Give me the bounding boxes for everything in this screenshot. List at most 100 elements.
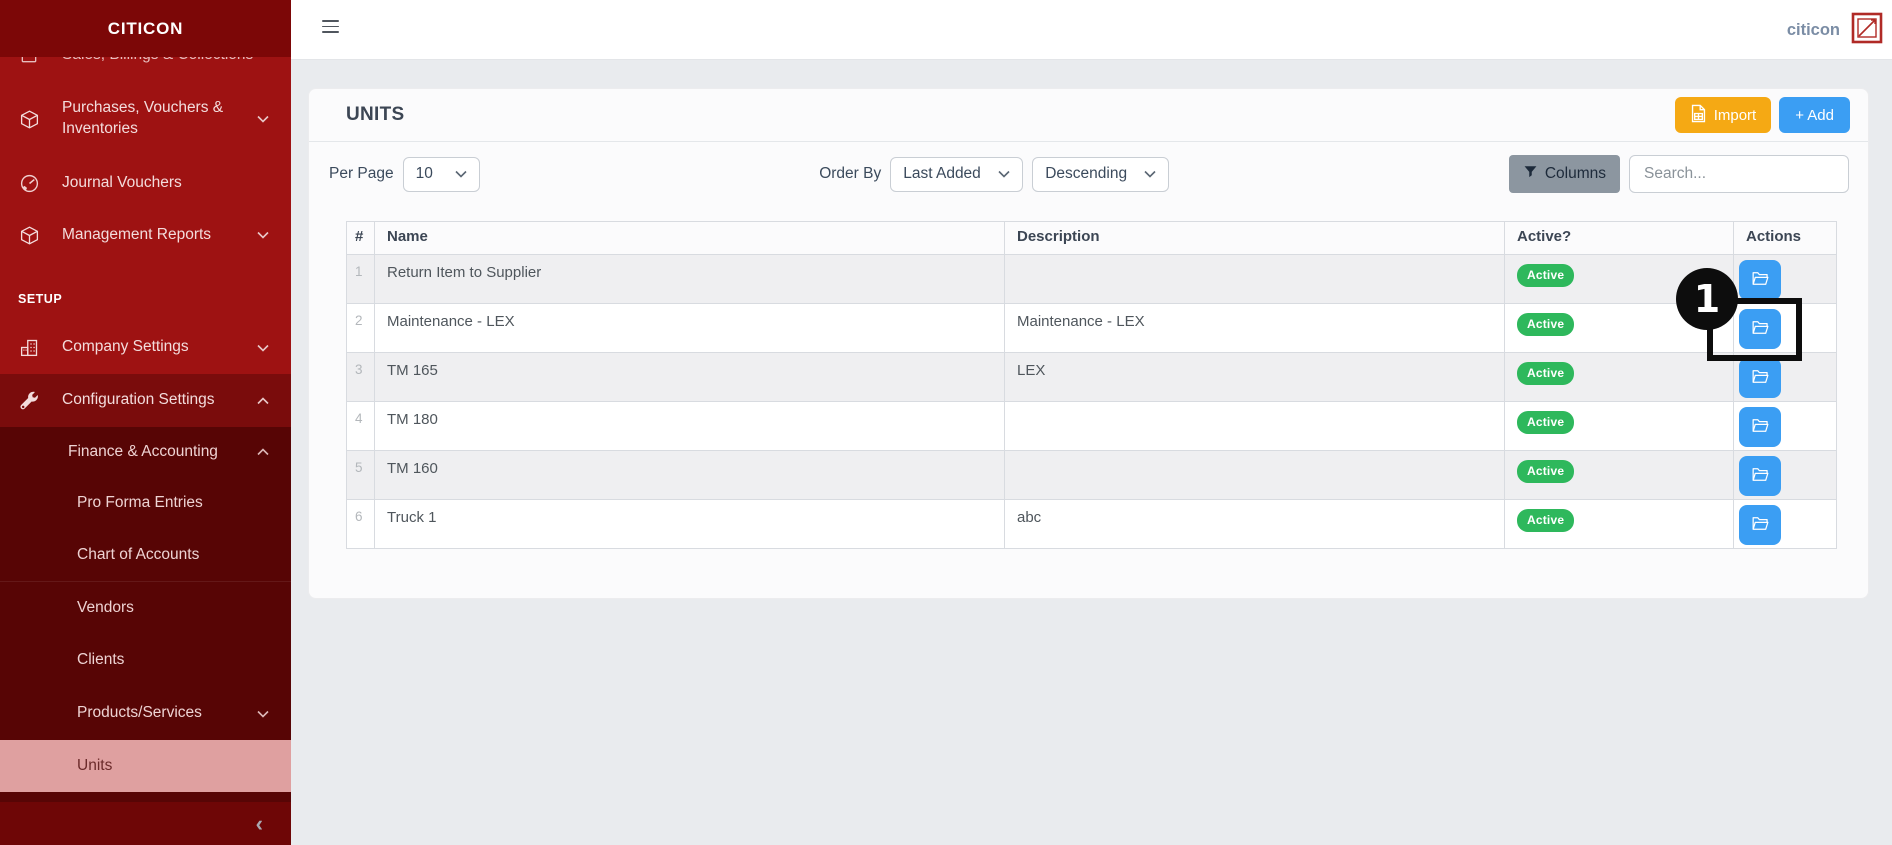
chevron-down-icon bbox=[455, 165, 467, 183]
wrench-icon bbox=[18, 390, 40, 412]
cell-name: Return Item to Supplier bbox=[375, 255, 1005, 304]
columns-button[interactable]: Columns bbox=[1509, 155, 1620, 193]
sidebar-toggle-button[interactable] bbox=[322, 20, 339, 33]
sidebar-item-journal-vouchers[interactable]: Journal Vouchers bbox=[0, 156, 291, 210]
sidebar-item-label: Company Settings bbox=[62, 337, 257, 358]
cell-description bbox=[1005, 402, 1505, 451]
sort-direction-select[interactable]: Descending bbox=[1032, 157, 1169, 192]
sidebar-item-company-settings[interactable]: Company Settings bbox=[0, 321, 291, 374]
cell-active: Active bbox=[1505, 353, 1734, 402]
folder-open-icon bbox=[1751, 368, 1770, 388]
sidebar-item-chart-of-accounts[interactable]: Chart of Accounts bbox=[0, 529, 291, 581]
columns-button-label: Columns bbox=[1545, 165, 1606, 183]
filter-funnel-icon bbox=[1523, 164, 1538, 184]
folder-open-icon bbox=[1751, 417, 1770, 437]
open-record-button[interactable] bbox=[1739, 260, 1781, 300]
sidebar-item-clients[interactable]: Clients bbox=[0, 634, 291, 687]
add-button-label: + Add bbox=[1795, 107, 1834, 124]
import-button[interactable]: Import bbox=[1675, 97, 1772, 133]
sidebar-item-finance-accounting[interactable]: Finance & Accounting bbox=[0, 427, 291, 477]
chevron-up-icon bbox=[257, 397, 269, 405]
sidebar-item-label: Purchases, Vouchers & Inventories bbox=[62, 98, 257, 140]
cell-name: TM 180 bbox=[375, 402, 1005, 451]
sidebar-submenu-configuration: Finance & Accounting Pro Forma Entries C… bbox=[0, 427, 291, 802]
sidebar-item-vendors[interactable]: Vendors bbox=[0, 581, 291, 634]
table-header-row: # Name Description Active? Actions bbox=[347, 222, 1837, 255]
sidebar-item-label: Products/Services bbox=[0, 703, 257, 724]
sidebar-item-label: Journal Vouchers bbox=[62, 173, 291, 194]
chevron-up-icon bbox=[257, 448, 269, 456]
company-name: citicon bbox=[1787, 21, 1840, 40]
units-table: # Name Description Active? Actions 1 Ret… bbox=[346, 221, 1837, 549]
cell-description: abc bbox=[1005, 500, 1505, 549]
status-badge: Active bbox=[1517, 313, 1574, 336]
cell-name: Truck 1 bbox=[375, 500, 1005, 549]
main-area: citicon UNITS Import bbox=[291, 0, 1892, 845]
sidebar-item-label: Clients bbox=[0, 650, 291, 671]
search-input[interactable] bbox=[1629, 155, 1849, 193]
open-record-button[interactable] bbox=[1739, 358, 1781, 398]
sort-direction-value: Descending bbox=[1045, 165, 1127, 183]
table-row: 3 TM 165 LEX Active bbox=[347, 353, 1837, 402]
table-row: 4 TM 180 Active bbox=[347, 402, 1837, 451]
cell-name: TM 165 bbox=[375, 353, 1005, 402]
per-page-label: Per Page bbox=[329, 165, 394, 183]
sidebar-item-purchases-vouchers-inventories[interactable]: Purchases, Vouchers & Inventories bbox=[0, 88, 291, 150]
sidebar-collapse-button[interactable]: ‹ bbox=[0, 802, 291, 845]
chevron-down-icon bbox=[257, 710, 269, 718]
table-row: 6 Truck 1 abc Active bbox=[347, 500, 1837, 549]
column-header-num: # bbox=[347, 222, 375, 255]
sidebar-item-pro-forma-entries[interactable]: Pro Forma Entries bbox=[0, 477, 291, 529]
sort-field-select[interactable]: Last Added bbox=[890, 157, 1023, 192]
app-root: Sales, Billings & Collections Purchases,… bbox=[0, 0, 1892, 845]
table-row: 5 TM 160 Active bbox=[347, 451, 1837, 500]
chevron-down-icon bbox=[1144, 165, 1156, 183]
speedometer-icon bbox=[18, 172, 40, 194]
sidebar-item-configuration-settings[interactable]: Configuration Settings bbox=[0, 374, 291, 427]
chevron-down-icon bbox=[998, 165, 1010, 183]
building-icon bbox=[18, 337, 40, 359]
sidebar-section-setup: SETUP bbox=[0, 283, 291, 315]
sort-field-value: Last Added bbox=[903, 165, 981, 183]
open-record-button[interactable] bbox=[1739, 407, 1781, 447]
cube-icon bbox=[18, 224, 40, 246]
status-badge: Active bbox=[1517, 264, 1574, 287]
sidebar-item-management-reports[interactable]: Management Reports bbox=[0, 210, 291, 260]
status-badge: Active bbox=[1517, 411, 1574, 434]
sidebar-item-label: Chart of Accounts bbox=[0, 545, 291, 566]
cell-description: LEX bbox=[1005, 353, 1505, 402]
chevron-down-icon bbox=[257, 344, 269, 352]
page-content: UNITS Import + Add bbox=[291, 60, 1892, 845]
sidebar: Sales, Billings & Collections Purchases,… bbox=[0, 0, 291, 845]
per-page-select[interactable]: 10 bbox=[403, 157, 480, 192]
broken-image-icon bbox=[1850, 12, 1884, 49]
sidebar-item-products-services[interactable]: Products/Services bbox=[0, 687, 291, 740]
folder-open-icon bbox=[1751, 466, 1770, 486]
status-badge: Active bbox=[1517, 460, 1574, 483]
column-header-description: Description bbox=[1005, 222, 1505, 255]
cell-name: Maintenance - LEX bbox=[375, 304, 1005, 353]
table-row: 2 Maintenance - LEX Maintenance - LEX Ac… bbox=[347, 304, 1837, 353]
sidebar-item-units[interactable]: Units bbox=[0, 740, 291, 792]
status-badge: Active bbox=[1517, 509, 1574, 532]
units-panel: UNITS Import + Add bbox=[308, 88, 1869, 599]
table-controls: Per Page 10 Order By Last Added bbox=[329, 154, 1849, 194]
add-button[interactable]: + Add bbox=[1779, 97, 1850, 133]
column-header-name: Name bbox=[375, 222, 1005, 255]
sidebar-item-label: Units bbox=[0, 756, 291, 777]
column-header-active: Active? bbox=[1505, 222, 1734, 255]
sidebar-item-label: Management Reports bbox=[62, 225, 257, 246]
page-title: UNITS bbox=[346, 104, 405, 126]
sidebar-item-label: Finance & Accounting bbox=[0, 442, 257, 463]
sidebar-item-label: Configuration Settings bbox=[62, 390, 257, 411]
cell-active: Active bbox=[1505, 500, 1734, 549]
open-record-button[interactable] bbox=[1739, 456, 1781, 496]
folder-open-icon bbox=[1751, 515, 1770, 535]
table-row: 1 Return Item to Supplier Active bbox=[347, 255, 1837, 304]
file-spreadsheet-icon bbox=[1690, 104, 1707, 127]
open-record-button[interactable] bbox=[1739, 505, 1781, 545]
chevron-down-icon bbox=[257, 231, 269, 239]
annotation-step-marker: 1 bbox=[1676, 268, 1738, 330]
cube-icon bbox=[18, 108, 40, 130]
cell-description bbox=[1005, 255, 1505, 304]
